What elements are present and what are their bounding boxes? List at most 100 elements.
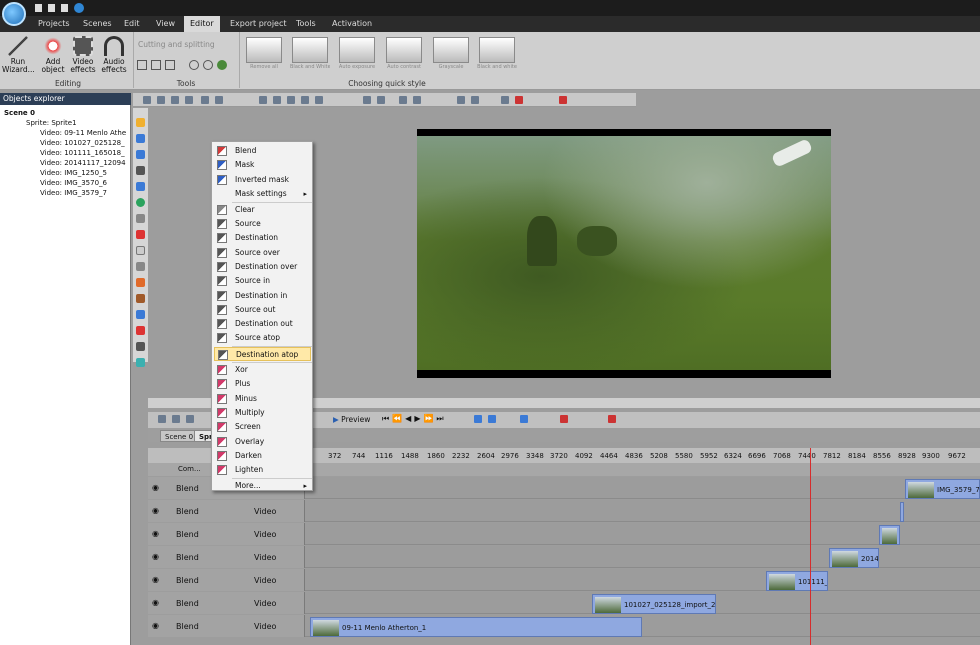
marker-icon[interactable] xyxy=(560,415,568,423)
cutting-splitting-button[interactable]: Cutting and splitting xyxy=(138,40,215,49)
tab-activation[interactable]: Activation xyxy=(326,16,378,32)
rectangle-icon[interactable] xyxy=(136,182,145,191)
blend-mode[interactable]: Blend xyxy=(176,530,199,539)
menu-item-inverted-mask[interactable]: Inverted mask xyxy=(214,173,311,187)
line-icon[interactable] xyxy=(136,166,145,175)
menu-item-source-in[interactable]: Source in xyxy=(214,274,311,288)
menu-item-destination[interactable]: Destination xyxy=(214,231,311,245)
blend-mode[interactable]: Blend xyxy=(176,576,199,585)
shape-icon[interactable] xyxy=(136,150,145,159)
align-center-icon[interactable] xyxy=(273,96,281,104)
split-clip-icon[interactable] xyxy=(488,415,496,423)
tab-scene-0[interactable]: Scene 0 xyxy=(160,430,199,442)
group-icon[interactable] xyxy=(457,96,465,104)
align-top-icon[interactable] xyxy=(301,96,309,104)
ungroup-icon[interactable] xyxy=(471,96,479,104)
film-strip-icon[interactable] xyxy=(136,342,145,351)
audio-effects-button[interactable]: Audio effects xyxy=(99,36,129,74)
tree-scene[interactable]: Scene 0 xyxy=(4,108,35,118)
timeline-clip[interactable]: IMG_3579_7 xyxy=(905,479,980,499)
menu-item-screen[interactable]: Screen xyxy=(214,420,311,434)
style-thumb[interactable] xyxy=(479,37,515,63)
timeline-track[interactable]: ◉ Blend Video 101111_ xyxy=(148,569,980,591)
blend-mode[interactable]: Blend xyxy=(176,553,199,562)
video-effects-button[interactable]: Video effects xyxy=(68,36,98,74)
timeline-clip[interactable]: 101111_ xyxy=(766,571,828,591)
music-icon[interactable] xyxy=(136,326,145,335)
tab-projects[interactable]: Projects xyxy=(32,16,76,32)
eye-icon[interactable]: ◉ xyxy=(152,506,159,515)
zoom-fit-icon[interactable] xyxy=(186,415,194,423)
menu-item-plus[interactable]: Plus xyxy=(214,377,311,391)
menu-item-source-over[interactable]: Source over xyxy=(214,246,311,260)
zoom-out-icon[interactable] xyxy=(172,415,180,423)
new-file-icon[interactable] xyxy=(35,4,42,12)
timeline-track[interactable]: ◉ Blend Video xyxy=(148,500,980,522)
tab-scenes[interactable]: Scenes xyxy=(77,16,118,32)
preview-button[interactable]: ▶ Preview xyxy=(333,415,370,424)
menu-item-overlay[interactable]: Overlay xyxy=(214,435,311,449)
remove-marker-icon[interactable] xyxy=(608,415,616,423)
ellipse-icon[interactable] xyxy=(136,198,145,207)
counter-icon[interactable] xyxy=(136,230,145,239)
redo-icon[interactable] xyxy=(215,96,223,104)
blend-mode[interactable]: Blend xyxy=(176,622,199,631)
menu-item-lighten[interactable]: Lighten xyxy=(214,463,311,477)
timeline-track[interactable]: ◉ Blend Video 2014 xyxy=(148,546,980,568)
tree-video[interactable]: Video: IMG_3570_6 xyxy=(40,178,107,188)
rotate-icon[interactable] xyxy=(189,60,199,70)
tree-video[interactable]: Video: 101111_165018_ xyxy=(40,148,125,158)
style-thumb[interactable] xyxy=(433,37,469,63)
trim-icon[interactable] xyxy=(137,60,147,70)
play-icon[interactable] xyxy=(74,3,84,13)
timeline-clip[interactable] xyxy=(900,502,904,522)
speech-bubble-icon[interactable] xyxy=(136,246,145,255)
undo-icon[interactable] xyxy=(201,96,209,104)
blend-mode[interactable]: Blend xyxy=(176,507,199,516)
menu-item-source-out[interactable]: Source out xyxy=(214,303,311,317)
playhead[interactable] xyxy=(810,448,811,645)
menu-item-clear[interactable]: Clear xyxy=(214,203,311,217)
menu-item-mask[interactable]: Mask xyxy=(214,158,311,172)
menu-item-blend[interactable]: Blend xyxy=(214,144,311,158)
style-thumb[interactable] xyxy=(292,37,328,63)
snap-icon[interactable] xyxy=(474,415,482,423)
blend-mode[interactable]: Blend xyxy=(176,484,199,493)
tree-sprite[interactable]: Sprite: Sprite1 xyxy=(26,118,77,128)
zoom-in-icon[interactable] xyxy=(158,415,166,423)
menu-item-mask-settings[interactable]: Mask settings ▸ xyxy=(214,187,311,201)
blend-mode[interactable]: Blend xyxy=(176,599,199,608)
eye-icon[interactable]: ◉ xyxy=(152,621,159,630)
tree-video[interactable]: Video: 101027_025128_ xyxy=(40,138,125,148)
menu-item-destination-in[interactable]: Destination in xyxy=(214,289,311,303)
eye-icon[interactable]: ◉ xyxy=(152,529,159,538)
eye-icon[interactable]: ◉ xyxy=(152,575,159,584)
person-icon[interactable] xyxy=(136,294,145,303)
style-thumb[interactable] xyxy=(386,37,422,63)
record-icon[interactable] xyxy=(515,96,523,104)
menu-item-multiply[interactable]: Multiply xyxy=(214,406,311,420)
tree-video[interactable]: Video: 09-11 Menlo Athe xyxy=(40,128,126,138)
pointer-icon[interactable] xyxy=(136,118,145,127)
link-icon[interactable] xyxy=(520,415,528,423)
menu-item-more[interactable]: More... ▸ xyxy=(214,479,311,493)
chart-icon[interactable] xyxy=(136,278,145,287)
timeline-track[interactable]: ◉ Blend Video xyxy=(148,523,980,545)
grid-icon[interactable] xyxy=(501,96,509,104)
image-icon[interactable] xyxy=(136,310,145,319)
tab-view[interactable]: View xyxy=(150,16,181,32)
menu-item-destination-out[interactable]: Destination out xyxy=(214,317,311,331)
menu-item-destination-over[interactable]: Destination over xyxy=(214,260,311,274)
delete-icon[interactable] xyxy=(185,96,193,104)
close-icon[interactable] xyxy=(559,96,567,104)
menu-item-source[interactable]: Source xyxy=(214,217,311,231)
split-icon[interactable] xyxy=(151,60,161,70)
tab-edit[interactable]: Edit xyxy=(118,16,146,32)
order-down-icon[interactable] xyxy=(413,96,421,104)
rotate-right-icon[interactable] xyxy=(203,60,213,70)
run-wizard-button[interactable]: Run Wizard... xyxy=(2,36,35,74)
align-middle-icon[interactable] xyxy=(315,96,323,104)
paste-icon[interactable] xyxy=(171,96,179,104)
brush-icon[interactable] xyxy=(136,214,145,223)
pen-icon[interactable] xyxy=(136,262,145,271)
